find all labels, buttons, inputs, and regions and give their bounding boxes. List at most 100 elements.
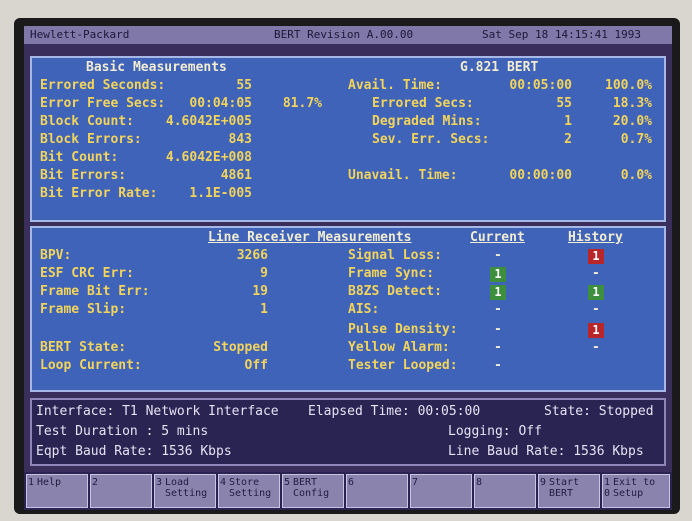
f4-store-setting-key[interactable]: 4 Store Setting	[218, 474, 280, 508]
ais-label: AIS:	[348, 302, 380, 317]
avail-time-percent: 100.0%	[605, 78, 652, 93]
fkey-label-line2: Config	[293, 488, 330, 499]
unavail-time-value: 00:00:00	[509, 168, 572, 183]
bert-state-label: BERT State:	[40, 340, 127, 355]
line-baud-rate-label: Line Baud Rate: 1536 Kbps	[448, 444, 644, 459]
fkey-number: 6	[348, 477, 355, 488]
avail-time-label: Avail. Time:	[348, 78, 442, 93]
fkey-number: 4	[220, 477, 227, 488]
f2-key[interactable]: 2	[90, 474, 152, 508]
line-receiver-panel: Line Receiver Measurements Current Histo…	[30, 226, 666, 392]
fkey-number: 9	[540, 477, 547, 488]
fkey-number: 7	[412, 477, 419, 488]
frame-bit-err-label: Frame Bit Err:	[40, 284, 150, 299]
degraded-mins-percent: 20.0%	[612, 114, 652, 129]
bpv-label: BPV:	[40, 248, 72, 263]
title-bar: Hewlett-Packard BERT Revision A.00.00 Sa…	[24, 26, 672, 44]
tester-looped-label: Tester Looped:	[348, 358, 458, 373]
f1-help-key[interactable]: 1 Help	[26, 474, 88, 508]
f9-start-bert-key[interactable]: 9 Start BERT	[538, 474, 600, 508]
yellow-alarm-current: -	[494, 340, 502, 355]
bit-error-rate-label: Bit Error Rate:	[40, 186, 158, 201]
fkey-label: Help	[37, 477, 62, 488]
yellow-alarm-label: Yellow Alarm:	[348, 340, 450, 355]
logging-label: Logging: Off	[448, 424, 542, 439]
fkey-number: 8	[476, 477, 483, 488]
fkey-label-line2: BERT	[549, 488, 574, 499]
yellow-alarm-history: -	[592, 340, 600, 355]
line-receiver-title: Line Receiver Measurements	[208, 230, 412, 245]
f8-key[interactable]: 8	[474, 474, 536, 508]
signal-loss-history: 1	[588, 249, 604, 264]
bit-errors-value: 4861	[220, 168, 252, 183]
status-info-panel: Interface: T1 Network Interface Elapsed …	[30, 398, 666, 466]
b8zs-detect-current: 1	[490, 285, 506, 300]
test-duration-label: Test Duration : 5 mins	[36, 424, 209, 439]
errored-seconds-label: Errored Seconds:	[40, 78, 166, 93]
measurements-panel: Basic Measurements G.821 BERT Errored Se…	[30, 56, 666, 222]
block-errors-label: Block Errors:	[40, 132, 142, 147]
f3-load-setting-key[interactable]: 3 Load Setting	[154, 474, 216, 508]
errored-secs-value: 55	[556, 96, 572, 111]
errored-secs-label: Errored Secs:	[372, 96, 474, 111]
fkey-number: 2	[92, 477, 99, 488]
block-errors-value: 843	[228, 132, 252, 147]
fkey-number: 3	[156, 477, 163, 488]
state-label: State: Stopped	[544, 404, 654, 419]
loop-current-label: Loop Current:	[40, 358, 142, 373]
errored-secs-percent: 18.3%	[612, 96, 652, 111]
vendor-name: Hewlett-Packard	[30, 28, 130, 41]
pulse-density-label: Pulse Density:	[348, 322, 458, 337]
f5-bert-config-key[interactable]: 5 BERT Config	[282, 474, 344, 508]
frame-slip-value: 1	[260, 302, 268, 317]
fkey-label-line2: Setting	[165, 488, 208, 499]
ais-current: -	[494, 302, 502, 317]
frame-slip-label: Frame Slip:	[40, 302, 127, 317]
sev-err-secs-label: Sev. Err. Secs:	[372, 132, 490, 147]
history-column-header: History	[568, 230, 623, 245]
bert-state-value: Stopped	[213, 340, 268, 355]
sev-err-secs-percent: 0.7%	[620, 132, 652, 147]
f10-exit-to-setup-key[interactable]: 1 0 Exit to Setup	[602, 474, 670, 508]
fkey-number: 5	[284, 477, 291, 488]
f6-key[interactable]: 6	[346, 474, 408, 508]
fkey-label-line2: Setting	[229, 488, 272, 499]
bit-errors-label: Bit Errors:	[40, 168, 127, 183]
b8zs-detect-history: 1	[588, 285, 604, 300]
unavail-time-percent: 0.0%	[620, 168, 652, 183]
basic-measurements-title: Basic Measurements	[86, 60, 227, 75]
g821-title: G.821 BERT	[460, 60, 539, 75]
tester-looped-current: -	[494, 358, 502, 373]
pulse-density-current: -	[494, 322, 502, 337]
eqpt-baud-rate-label: Eqpt Baud Rate: 1536 Kbps	[36, 444, 232, 459]
loop-current-value: Off	[244, 358, 268, 373]
fkey-label: Store	[229, 477, 260, 488]
signal-loss-label: Signal Loss:	[348, 248, 442, 263]
block-count-value: 4.6042E+005	[165, 114, 252, 129]
degraded-mins-label: Degraded Mins:	[372, 114, 482, 129]
datetime-label: Sat Sep 18 14:15:41 1993	[482, 28, 641, 41]
avail-time-value: 00:05:00	[509, 78, 572, 93]
bpv-value: 3266	[236, 248, 268, 263]
frame-sync-current: 1	[490, 267, 506, 282]
fkey-label: Load	[165, 477, 190, 488]
degraded-mins-value: 1	[564, 114, 572, 129]
ais-history: -	[592, 302, 600, 317]
frame-sync-history: -	[592, 266, 600, 281]
f7-key[interactable]: 7	[410, 474, 472, 508]
revision-label: BERT Revision A.00.00	[274, 28, 414, 41]
bit-count-value: 4.6042E+008	[165, 150, 252, 165]
fkey-label: Start	[549, 477, 580, 488]
pulse-density-history: 1	[588, 323, 604, 338]
terminal-screen: Hewlett-Packard BERT Revision A.00.00 Sa…	[24, 26, 672, 510]
frame-sync-label: Frame Sync:	[348, 266, 435, 281]
error-free-label: Error Free Secs:	[40, 96, 166, 111]
esf-crc-value: 9	[260, 266, 268, 281]
elapsed-time-label: Elapsed Time: 00:05:00	[308, 404, 481, 419]
esf-crc-label: ESF CRC Err:	[40, 266, 134, 281]
sev-err-secs-value: 2	[564, 132, 572, 147]
frame-bit-err-value: 19	[252, 284, 268, 299]
signal-loss-current: -	[494, 248, 502, 263]
error-free-percent: 81.7%	[282, 96, 322, 111]
block-count-label: Block Count:	[40, 114, 134, 129]
